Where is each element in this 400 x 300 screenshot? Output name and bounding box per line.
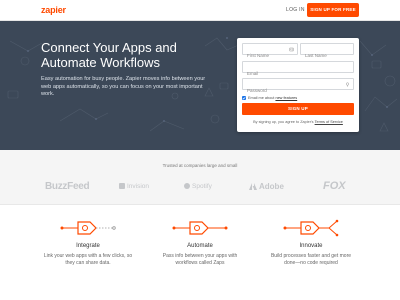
top-nav: zapier LOG IN SIGN UP FOR FREE — [0, 0, 400, 21]
hero-title-line-1: Connect Your Apps and — [41, 40, 177, 55]
hero-title-line-2: Automate Workflows — [41, 55, 160, 70]
feature-innovate: Innovate Build processes faster and get … — [256, 218, 366, 267]
new-features-link[interactable]: new features — [275, 96, 297, 100]
trusted-companies-section: Trusted at companies large and small Buz… — [0, 150, 400, 205]
feature-automate: Automate Pass info between your apps wit… — [145, 218, 255, 267]
integrate-icon — [60, 221, 116, 235]
terms-notice: By signing up, you agree to Zapier's Ter… — [237, 120, 359, 124]
invision-logo: Invision — [119, 183, 149, 190]
feature-innovate-desc-line-2: done—no code required — [284, 260, 338, 266]
email-opt-in-checkbox[interactable] — [242, 96, 246, 100]
buzzfeed-logo: BuzzFeed — [45, 181, 90, 192]
first-name-input[interactable] — [243, 50, 297, 61]
login-link[interactable]: LOG IN — [286, 7, 305, 13]
feature-innovate-title: Innovate — [299, 243, 323, 249]
signup-form-card: Email me about new features SIGN UP By s… — [237, 38, 359, 132]
spotify-logo-text: Spotify — [192, 183, 212, 190]
last-name-input[interactable] — [301, 50, 353, 61]
first-name-field[interactable] — [242, 43, 298, 61]
feature-automate-desc-line-2: workflows called Zaps — [175, 260, 225, 266]
adobe-mark-icon — [249, 183, 257, 191]
adobe-logo-text: Adobe — [259, 182, 284, 191]
email-opt-in-row[interactable]: Email me about new features — [242, 95, 297, 101]
terms-of-service-link[interactable]: Terms of Service — [315, 120, 343, 124]
feature-integrate-desc-line-2: they can share data. — [65, 260, 111, 266]
feature-innovate-desc-line-1: Build processes faster and get more — [270, 253, 352, 259]
feature-integrate-title: Integrate — [76, 243, 100, 249]
zapier-logo[interactable]: zapier — [41, 5, 66, 15]
key-icon — [346, 82, 349, 87]
password-input[interactable] — [243, 85, 353, 96]
feature-integrate: Integrate Link your web apps with a few … — [33, 218, 143, 267]
feature-integrate-description: Link your web apps with a few clicks, so… — [33, 253, 143, 267]
feature-innovate-description: Build processes faster and get more done… — [256, 253, 366, 267]
last-name-field[interactable] — [300, 43, 354, 61]
password-field[interactable] — [242, 78, 354, 96]
hero-title: Connect Your Apps and Automate Workflows — [41, 40, 201, 70]
automate-icon — [172, 221, 228, 235]
adobe-logo: Adobe — [249, 182, 284, 191]
trusted-label: Trusted at companies large and small — [162, 163, 238, 168]
spotify-logo: Spotify — [184, 183, 212, 190]
checkmark-icon — [242, 96, 246, 100]
fox-logo: FOX — [323, 180, 346, 192]
feature-automate-desc-line-1: Pass info between your apps with — [162, 253, 238, 259]
feature-automate-title: Automate — [187, 243, 213, 249]
invision-logo-text: Invision — [127, 183, 150, 190]
email-opt-in-label: Email me about new features — [248, 96, 297, 100]
email-input[interactable] — [243, 68, 353, 79]
signup-for-free-button[interactable]: SIGN UP FOR FREE — [307, 3, 359, 17]
signup-button[interactable]: SIGN UP — [242, 103, 354, 115]
features-section: Integrate Link your web apps with a few … — [0, 206, 400, 300]
innovate-icon — [283, 219, 339, 237]
terms-prefix: By signing up, you agree to Zapier's — [253, 120, 314, 124]
feature-automate-description: Pass info between your apps with workflo… — [145, 253, 255, 267]
feature-integrate-desc-line-1: Link your web apps with a few clicks, so — [43, 253, 133, 259]
hero-subtitle: Easy automation for busy people. Zapier … — [41, 76, 206, 98]
email-field[interactable] — [242, 61, 354, 79]
contact-card-icon — [289, 47, 294, 52]
invision-mark-icon — [119, 183, 125, 190]
email-opt-in-text: Email me about — [248, 96, 275, 100]
spotify-mark-icon — [184, 183, 190, 190]
